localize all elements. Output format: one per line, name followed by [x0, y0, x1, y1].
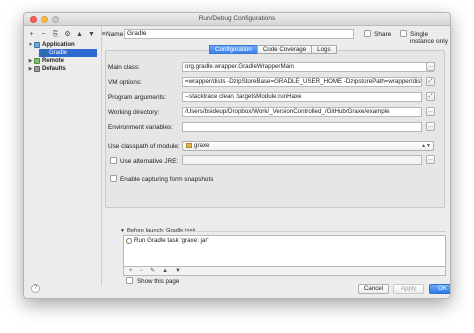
vm-options-input[interactable]: =wrapper/dists -DzipStoreBase=GRADLE_USE… [182, 77, 422, 87]
share-checkbox[interactable] [364, 30, 371, 37]
environment-variables-input[interactable] [182, 122, 422, 132]
browse-working-directory-button[interactable]: … [426, 107, 435, 116]
ok-button[interactable]: OK [429, 284, 450, 294]
move-task-up-button[interactable]: ▲ [162, 268, 168, 274]
alternative-jre-checkbox[interactable] [110, 157, 117, 164]
configurations-tree: ▼ Application Gradle ▶ Remote ▶ Defaults [27, 41, 97, 73]
main-class-label: Main class: [108, 64, 140, 71]
vm-options-label: VM options: [108, 79, 142, 86]
expanded-arrow-icon[interactable]: ▼ [27, 41, 34, 49]
tree-item-defaults[interactable]: ▶ Defaults [27, 65, 97, 73]
name-input[interactable]: Gradle [124, 29, 354, 39]
remove-task-button[interactable]: − [140, 268, 144, 274]
cancel-button[interactable]: Cancel [358, 284, 389, 294]
show-page-label: Show this page [137, 278, 180, 285]
tree-item-application[interactable]: ▼ Application [27, 41, 97, 49]
gradle-task-icon [126, 237, 132, 244]
edit-environment-variables-button[interactable]: … [426, 122, 435, 131]
configurations-toolbar: + − ⎘ ⚙ ▲ ▼ ≡ [28, 29, 107, 39]
show-page-checkbox[interactable] [126, 277, 133, 284]
title-bar: Run/Debug Configurations [24, 13, 450, 26]
tree-item-label: Defaults [42, 66, 66, 72]
tab-logs[interactable]: Logs [311, 45, 337, 54]
add-configuration-button[interactable]: + [28, 30, 35, 38]
module-folder-icon [186, 142, 192, 148]
tree-item-label: Application [42, 42, 75, 48]
separator-line [182, 231, 446, 232]
tree-item-gradle[interactable]: Gradle [39, 49, 97, 57]
browse-main-class-button[interactable]: … [426, 62, 435, 71]
classpath-module-value: graxe [194, 142, 210, 149]
tab-configuration[interactable]: Configuration [209, 45, 258, 54]
run-debug-configurations-dialog: Run/Debug Configurations + − ⎘ ⚙ ▲ ▼ ≡ ▼… [23, 12, 451, 299]
working-directory-label: Working directory: [108, 109, 160, 116]
remote-icon [34, 58, 40, 64]
alternative-jre-input[interactable] [182, 155, 422, 165]
defaults-icon [34, 66, 40, 72]
capture-snapshots-checkbox[interactable] [110, 175, 117, 182]
before-launch-task-list: Run Gradle task 'graxe: jar' [123, 235, 446, 267]
expand-program-arguments-button[interactable]: ⤢ [426, 92, 435, 101]
single-instance-label: Single instance only [410, 31, 448, 45]
collapse-arrow-icon[interactable]: ▼ [120, 228, 125, 234]
tab-code-coverage[interactable]: Code Coverage [256, 45, 313, 54]
classpath-module-select[interactable]: graxe ▲▼ [182, 141, 434, 151]
share-label: Share [374, 31, 392, 38]
help-button[interactable]: ? [31, 284, 40, 293]
task-label: Run Gradle task 'graxe: jar' [134, 237, 209, 244]
copy-configuration-button[interactable]: ⎘ [52, 30, 59, 38]
working-directory-input[interactable]: /Users/bsideup/Dropbox/Work/_VersionCont… [182, 107, 422, 117]
list-item[interactable]: Run Gradle task 'graxe: jar' [126, 237, 209, 244]
program-arguments-input[interactable]: --stacktrace clean :targetsModule:runHax… [182, 92, 422, 102]
tab-bar: Configuration Code Coverage Logs [209, 45, 337, 54]
collapsed-arrow-icon[interactable]: ▶ [27, 65, 34, 73]
pane-divider[interactable] [101, 26, 102, 286]
edit-task-button[interactable]: ✎ [150, 268, 155, 274]
capture-snapshots-label: Enable capturing form snapshots [120, 176, 214, 183]
application-icon [34, 42, 40, 48]
program-arguments-label: Program arguments: [108, 94, 167, 101]
gradle-icon [41, 50, 47, 56]
main-class-input[interactable]: org.gradle.wrapper.GradleWrapperMain [182, 62, 434, 72]
collapsed-arrow-icon[interactable]: ▶ [27, 57, 34, 65]
before-launch-toolbar: + − ✎ ▲ ▼ [123, 267, 446, 276]
classpath-module-label: Use classpath of module: [108, 143, 180, 150]
tree-item-label: Gradle [49, 50, 68, 56]
browse-jre-button[interactable]: … [426, 155, 435, 164]
alternative-jre-label: Use alternative JRE: [120, 158, 179, 165]
environment-variables-label: Environment variables: [108, 124, 174, 131]
apply-button[interactable]: Apply [393, 284, 424, 294]
dropdown-chevron-icon: ▲▼ [421, 143, 431, 149]
edit-defaults-button[interactable]: ⚙ [64, 30, 71, 38]
window-title: Run/Debug Configurations [198, 15, 276, 22]
move-up-button[interactable]: ▲ [76, 30, 83, 38]
single-instance-checkbox[interactable] [400, 30, 407, 37]
tree-item-remote[interactable]: ▶ Remote [27, 57, 97, 65]
expand-vm-options-button[interactable]: ⤢ [426, 77, 435, 86]
tree-item-label: Remote [42, 58, 65, 64]
move-task-down-button[interactable]: ▼ [175, 268, 181, 274]
add-task-button[interactable]: + [129, 268, 133, 274]
remove-configuration-button[interactable]: − [40, 30, 47, 38]
name-label: Name: [106, 31, 126, 38]
move-down-button[interactable]: ▼ [88, 30, 95, 38]
